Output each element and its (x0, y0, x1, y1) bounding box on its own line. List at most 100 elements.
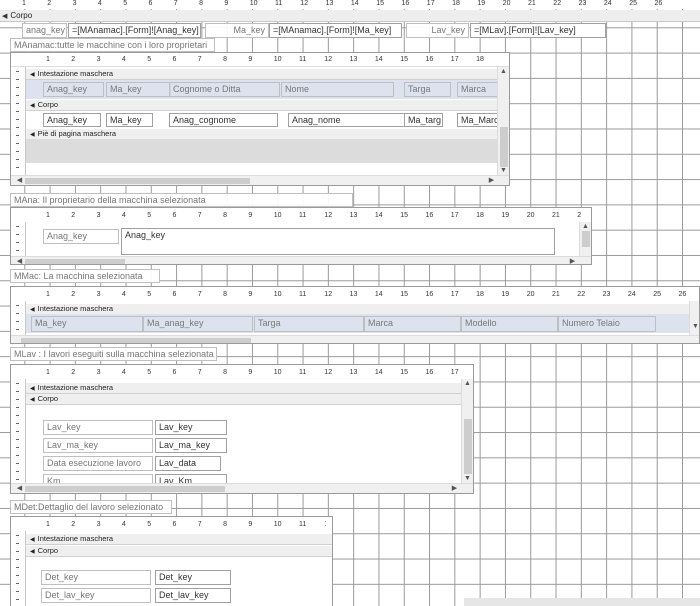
manamac-body-field[interactable]: Anag_nome (288, 113, 416, 127)
ruler-tick-label: 25 (653, 291, 661, 298)
mlav-field[interactable]: Lav_key (155, 420, 227, 435)
scroll-left-arrow-icon[interactable]: ◀ (15, 257, 24, 264)
subform-caption-mdet[interactable]: MDet:Dettaglio del lavoro selezionato (10, 500, 172, 514)
ruler-tick-label: 1 (46, 521, 50, 528)
mmac-header-label[interactable]: Marca (364, 316, 461, 332)
scroll-down-arrow-icon[interactable]: ▼ (691, 322, 699, 331)
scroll-left-arrow-icon[interactable]: ◀ (15, 176, 24, 185)
ruler-tick-label: 20 (502, 0, 511, 7)
vertical-ruler-tick (16, 535, 19, 536)
collapse-arrow-icon: ◀ (30, 397, 35, 403)
vertical-ruler-tick (16, 599, 19, 600)
ruler-tick-label: 9 (248, 291, 253, 298)
anag-key-label[interactable]: anag_key (22, 23, 67, 38)
mlav-label[interactable]: Data esecuzione lavoro (43, 456, 153, 471)
scroll-thumb[interactable] (25, 178, 250, 184)
ruler-tick-label: 3 (96, 56, 101, 63)
subform-mana[interactable]: 1 2 3 4 5 6 7 8 9 10 11 12 13 14 15 16 17 18 19 20 21 2 Anag_… (10, 207, 592, 265)
subform-manamac[interactable]: 1 2 3 4 5 6 7 8 9 10 11 12 13 14 15 16 17 18 ◀ Intestazion… (10, 52, 510, 186)
scroll-down-arrow-icon[interactable]: ▼ (463, 474, 472, 483)
lav-key-expression-field[interactable]: =[MLav].[Form]![Lav_key] (470, 23, 606, 38)
main-horizontal-scrollbar[interactable] (464, 598, 700, 606)
ma-key-expression-field[interactable]: =[MAnamac].[Form]![Ma_key] (269, 23, 402, 38)
mana-anag-key-field[interactable]: Anag_key (121, 228, 555, 255)
manamac-header-label[interactable]: Cognome o Ditta (169, 82, 280, 97)
manamac-vertical-scrollbar[interactable]: ▲ ▼ (497, 67, 509, 175)
scroll-thumb[interactable] (582, 231, 590, 247)
mmac-header-label[interactable]: Ma_anag_key (143, 316, 253, 332)
manamac-horizontal-scrollbar[interactable]: ◀ ▶ (11, 175, 509, 185)
mmac-header-label[interactable]: Ma_key (31, 316, 143, 332)
manamac-body-field[interactable]: Anag_key (43, 113, 101, 127)
manamac-header-section[interactable]: ◀ Intestazione maschera (26, 69, 497, 80)
mana-anag-key-label[interactable]: Anag_key (43, 229, 119, 244)
mdet-field[interactable]: Det_key (155, 570, 231, 585)
scroll-left-arrow-icon[interactable]: ◀ (15, 484, 24, 493)
mdet-body-section[interactable]: ◀ Corpo (26, 546, 332, 557)
subform-caption-mana[interactable]: MAna: Il proprietario della macchina sel… (10, 193, 353, 207)
ruler-tick-label: 15 (400, 212, 408, 219)
manamac-body-field[interactable]: Ma_key (106, 113, 153, 127)
mlav-field[interactable]: Lav_data (155, 456, 221, 471)
mdet-header-section[interactable]: ◀ Intestazione maschera (26, 534, 332, 545)
scroll-right-arrow-icon[interactable]: ▶ (450, 484, 459, 493)
mana-horizontal-scrollbar[interactable]: ◀ ▶ (11, 256, 591, 264)
mana-vertical-scrollbar[interactable]: ▲ (579, 222, 591, 256)
subform-caption-mlav[interactable]: MLav : I lavori eseguiti sulla macchina … (10, 347, 217, 361)
mmac-vertical-scrollbar[interactable]: ▼ (689, 301, 699, 335)
ruler-tick-label: 8 (223, 56, 227, 63)
mmac-horizontal-scrollbar[interactable] (11, 335, 699, 343)
scroll-right-arrow-icon[interactable]: ▶ (568, 257, 577, 264)
section-label: Intestazione maschera (37, 304, 114, 313)
vertical-ruler-tick (16, 305, 19, 306)
subform-mlav[interactable]: 1 2 3 4 5 6 7 8 9 10 11 12 13 14 15 16 17 ◀ Intestazione … (10, 364, 474, 494)
ma-key-label[interactable]: Ma_key (205, 23, 269, 38)
ruler-tick-label: 5 (147, 369, 152, 376)
mmac-header-label[interactable]: Numero Telaio (558, 316, 656, 332)
subform-caption-mmac[interactable]: MMac: La macchina selezionata (10, 269, 160, 283)
manamac-header-label[interactable]: Ma_key (106, 82, 171, 97)
scroll-up-arrow-icon[interactable]: ▲ (463, 379, 472, 388)
mdet-label[interactable]: Det_lav_key (41, 588, 151, 603)
manamac-body-field[interactable]: Anag_cognome (169, 113, 278, 127)
mlav-vertical-scrollbar[interactable]: ▲ ▼ (461, 379, 473, 483)
mdet-label[interactable]: Det_key (41, 570, 151, 585)
scroll-thumb[interactable] (464, 419, 472, 474)
scroll-thumb[interactable] (500, 127, 508, 167)
mmac-header-label[interactable]: Modello (461, 316, 558, 332)
scroll-thumb[interactable] (25, 486, 225, 492)
subform-caption-manamac[interactable]: MAnamac:tutte le macchine con i loro pro… (10, 38, 215, 52)
scroll-right-arrow-icon[interactable]: ▶ (487, 176, 496, 185)
scroll-up-arrow-icon[interactable]: ▲ (581, 222, 590, 231)
ruler-tick-label: 1 (22, 0, 26, 7)
ruler-tick-label: 21 (528, 0, 536, 7)
ruler-tick-label: 4 (121, 56, 126, 63)
manamac-header-label[interactable]: Nome (281, 82, 394, 97)
manamac-body-field[interactable]: Ma_targ (404, 113, 443, 127)
mlav-label[interactable]: Lav_key (43, 420, 153, 435)
mmac-header-label[interactable]: Targa (254, 316, 364, 332)
mlav-label[interactable]: Lav_ma_key (43, 438, 153, 453)
subform-mdet[interactable]: 123456789101112 ◀Intestazione maschera ◀… (10, 516, 333, 606)
anag-key-expression-field[interactable]: =[MAnamac].[Form]![Anag_key] (68, 23, 201, 38)
vertical-ruler-tick (16, 135, 19, 136)
ruler-tick-label: 17 (450, 212, 459, 219)
mlav-field[interactable]: Lav_ma_key (155, 438, 227, 453)
mdet-field[interactable]: Det_lav_key (155, 588, 231, 603)
scroll-thumb[interactable] (21, 338, 251, 343)
mlav-header-section[interactable]: ◀ Intestazione maschera (26, 383, 461, 394)
manamac-body-section[interactable]: ◀ Corpo (26, 100, 497, 111)
lav-key-label[interactable]: Lav_key (406, 23, 469, 38)
scroll-thumb[interactable] (25, 259, 125, 264)
subform-mmac[interactable]: 1 2 3 4 5 6 7 8 9 10 11 12 13 14 15 16 17 18 19 20 21 22 23 24 2… (10, 286, 700, 344)
manamac-header-label[interactable]: Targa (404, 82, 451, 97)
scroll-down-arrow-icon[interactable]: ▼ (499, 166, 508, 175)
ruler-tick-label: 2 (71, 212, 76, 219)
section-bar-corpo[interactable]: ◀ Corpo (0, 10, 700, 22)
scroll-up-arrow-icon[interactable]: ▲ (499, 67, 508, 76)
mlav-body-section[interactable]: ◀ Corpo (26, 394, 461, 405)
manamac-header-label[interactable]: Anag_key (43, 82, 104, 97)
mlav-horizontal-scrollbar[interactable]: ◀ ▶ (11, 483, 473, 493)
ruler-tick-label: 2 (577, 212, 582, 219)
manamac-body-field[interactable]: Ma_Marca (457, 113, 499, 127)
